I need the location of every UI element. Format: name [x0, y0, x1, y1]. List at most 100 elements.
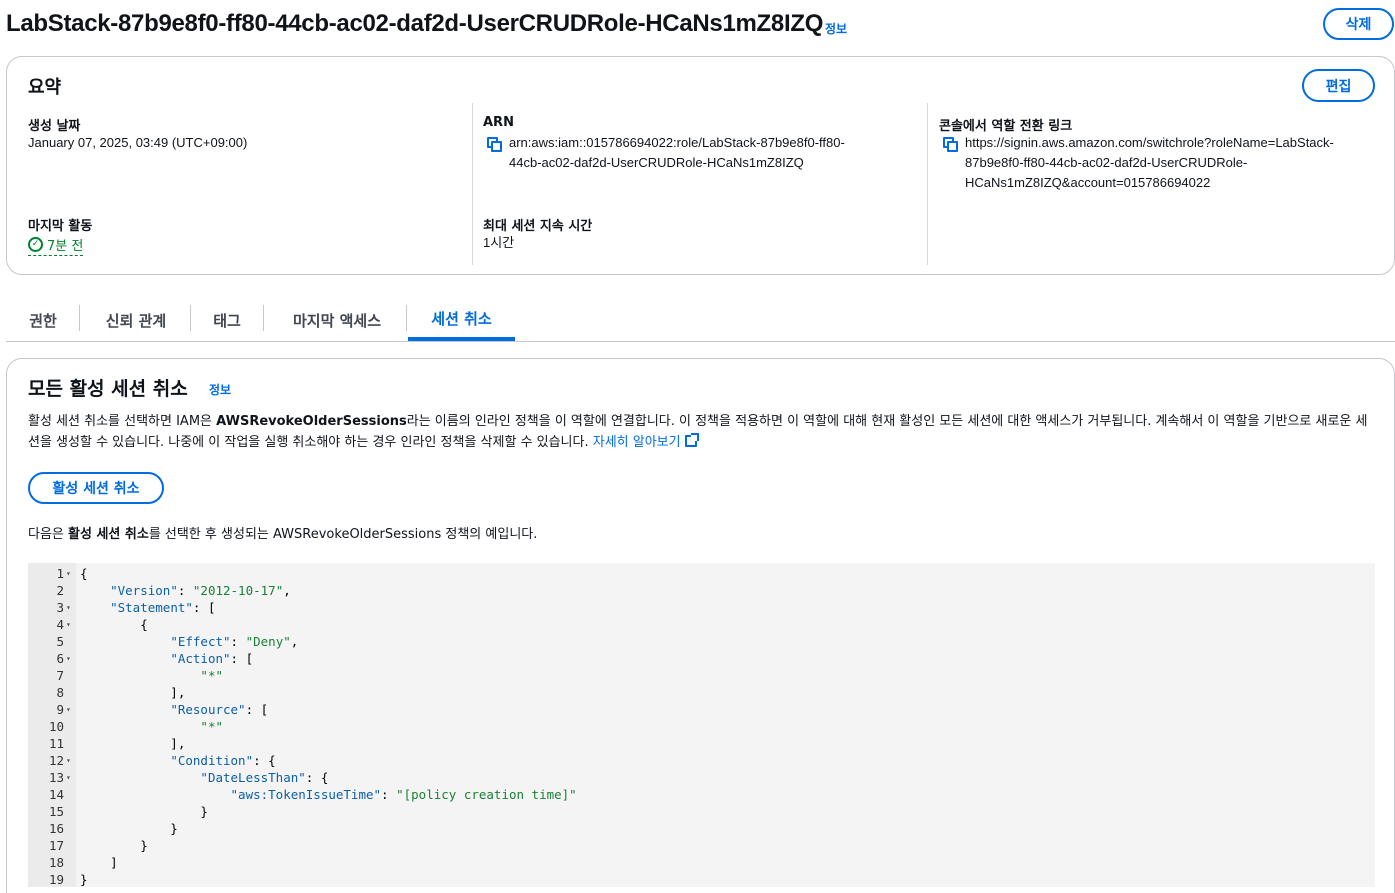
arn-label: ARN	[483, 115, 514, 130]
revoke-description: 활성 세션 취소를 선택하면 IAM은 AWSRevokeOlderSessio…	[28, 411, 1373, 453]
column-divider	[927, 103, 928, 265]
copy-icon[interactable]	[943, 137, 959, 153]
code-text: "Version": "2012-10-17",	[110, 583, 291, 598]
tab-separator	[406, 305, 407, 331]
column-divider	[472, 103, 473, 265]
switch-role-link-line: HCaNs1mZ8IZQ&account=015786694022	[965, 175, 1211, 190]
arn-value: arn:aws:iam::015786694022:role/LabStack-…	[509, 133, 845, 173]
tab-trust-relationships[interactable]: 신뢰 관계	[86, 300, 186, 341]
code-text: "*"	[200, 668, 223, 683]
code-line: 3 ▾ "Statement": [	[28, 599, 1375, 616]
revoke-active-sessions-button[interactable]: 활성 세션 취소	[28, 472, 164, 504]
line-number: 4	[56, 617, 64, 632]
tab-bar: 권한 신뢰 관계 태그 마지막 액세스 세션 취소	[6, 300, 1395, 342]
page-header: LabStack-87b9e8f0-ff80-44cb-ac02-daf2d-U…	[6, 10, 1395, 42]
line-number: 2	[56, 583, 64, 598]
max-session-label: 최대 세션 지속 시간	[483, 219, 593, 234]
code-text: "Effect": "Deny",	[170, 634, 299, 649]
arn-value-line: 44cb-ac02-daf2d-UserCRUDRole-HCaNs1mZ8IZ…	[509, 155, 804, 170]
code-line: 9 ▾ "Resource": [	[28, 701, 1375, 718]
line-number: 19	[48, 872, 64, 887]
fold-toggle-icon[interactable]: ▾	[66, 616, 71, 633]
line-number: 5	[56, 634, 64, 649]
edit-button[interactable]: 편집	[1302, 69, 1375, 102]
fold-toggle-icon[interactable]: ▾	[66, 599, 71, 616]
code-line: 14 "aws:TokenIssueTime": "[policy creati…	[28, 786, 1375, 803]
code-text: "Resource": [	[170, 702, 269, 717]
created-date-label: 생성 날짜	[28, 119, 81, 134]
tab-tags[interactable]: 태그	[196, 300, 258, 341]
line-number: 7	[56, 668, 64, 683]
code-text: "*"	[200, 719, 223, 734]
line-number: 15	[48, 804, 64, 819]
code-line: 18 ]	[28, 854, 1375, 871]
external-link-icon	[684, 433, 699, 447]
line-number: 14	[48, 787, 64, 802]
policy-code-editor[interactable]: 1 ▾{2 "Version": "2012-10-17", 3 ▾ "Stateme…	[28, 563, 1375, 887]
fold-toggle-icon[interactable]: ▾	[66, 650, 71, 667]
title-info-link[interactable]: 정보	[825, 20, 847, 37]
code-text: "DateLessThan": {	[200, 770, 329, 785]
tab-revoke-sessions[interactable]: 세션 취소	[408, 300, 515, 341]
learn-more-link[interactable]: 자세히 알아보기	[593, 433, 699, 450]
fold-toggle-icon[interactable]: ▾	[66, 701, 71, 718]
example-note: 다음은 활성 세션 취소를 선택한 후 생성되는 AWSRevokeOlderS…	[28, 523, 537, 542]
code-line: 13 ▾ "DateLessThan": {	[28, 769, 1375, 786]
code-line: 5 "Effect": "Deny",	[28, 633, 1375, 650]
code-text: }	[80, 872, 88, 887]
code-line: 4 ▾ {	[28, 616, 1375, 633]
code-text: }	[80, 804, 208, 819]
fold-toggle-icon[interactable]: ▾	[66, 769, 71, 786]
note-text: 를 선택한 후 생성되는 AWSRevokeOlderSessions 정책의 …	[148, 527, 538, 542]
switch-role-link-line: https://signin.aws.amazon.com/switchrole…	[965, 135, 1334, 150]
line-number: 16	[48, 821, 64, 836]
arn-value-line: arn:aws:iam::015786694022:role/LabStack-…	[509, 135, 845, 150]
last-activity-status[interactable]: ✓ 7분 전	[28, 235, 84, 256]
code-text: {	[80, 617, 148, 632]
line-number: 10	[48, 719, 64, 734]
line-number: 11	[48, 736, 64, 751]
note-text: 다음은	[28, 527, 69, 542]
tab-separator	[190, 305, 191, 331]
code-line: 19}	[28, 871, 1375, 888]
summary-title: 요약	[28, 77, 62, 98]
summary-container: 요약 편집 생성 날짜 January 07, 2025, 03:49 (UTC…	[6, 56, 1395, 275]
code-text: "Action": [	[170, 651, 254, 666]
switch-role-link-label: 콘솔에서 역할 전환 링크	[939, 119, 1073, 134]
max-session-value: 1시간	[483, 235, 515, 250]
code-text: }	[80, 821, 178, 836]
code-line: 15 }	[28, 803, 1375, 820]
code-line: 6 ▾ "Action": [	[28, 650, 1375, 667]
code-line: 1 ▾ {	[28, 565, 1375, 582]
line-number: 1	[56, 566, 64, 581]
last-activity-label: 마지막 활동	[28, 219, 93, 234]
delete-button[interactable]: 삭제	[1323, 8, 1394, 40]
tab-last-accessed[interactable]: 마지막 액세스	[270, 300, 404, 341]
code-line: 11 ],	[28, 735, 1375, 752]
revoke-info-link[interactable]: 정보	[209, 381, 231, 398]
code-line: 8 ],	[28, 684, 1375, 701]
fold-toggle-icon[interactable]: ▾	[66, 752, 71, 769]
desc-text: 활성 세션 취소를 선택하면 IAM은	[28, 414, 217, 429]
note-bold: 활성 세션 취소	[68, 527, 149, 542]
line-number: 6	[56, 651, 64, 666]
fold-toggle-icon[interactable]: ▾	[66, 565, 71, 582]
page-title: LabStack-87b9e8f0-ff80-44cb-ac02-daf2d-U…	[6, 10, 824, 37]
code-line: 17 }	[28, 837, 1375, 854]
copy-icon[interactable]	[487, 137, 503, 153]
code-text: ],	[80, 736, 186, 751]
code-text: ],	[80, 685, 186, 700]
tab-permissions[interactable]: 권한	[14, 300, 72, 341]
line-number: 3	[56, 600, 64, 615]
tab-separator	[263, 305, 264, 331]
line-number: 12	[48, 753, 64, 768]
code-line: 2 "Version": "2012-10-17",	[28, 582, 1375, 599]
line-number: 18	[48, 855, 64, 870]
code-text: "Statement": [	[110, 600, 216, 615]
code-text: ]	[80, 855, 118, 870]
desc-policy-name: AWSRevokeOlderSessions	[216, 414, 407, 429]
tab-separator	[79, 305, 80, 331]
code-line: 16 }	[28, 820, 1375, 837]
code-line: 10 "*"	[28, 718, 1375, 735]
check-circle-icon: ✓	[28, 237, 43, 252]
